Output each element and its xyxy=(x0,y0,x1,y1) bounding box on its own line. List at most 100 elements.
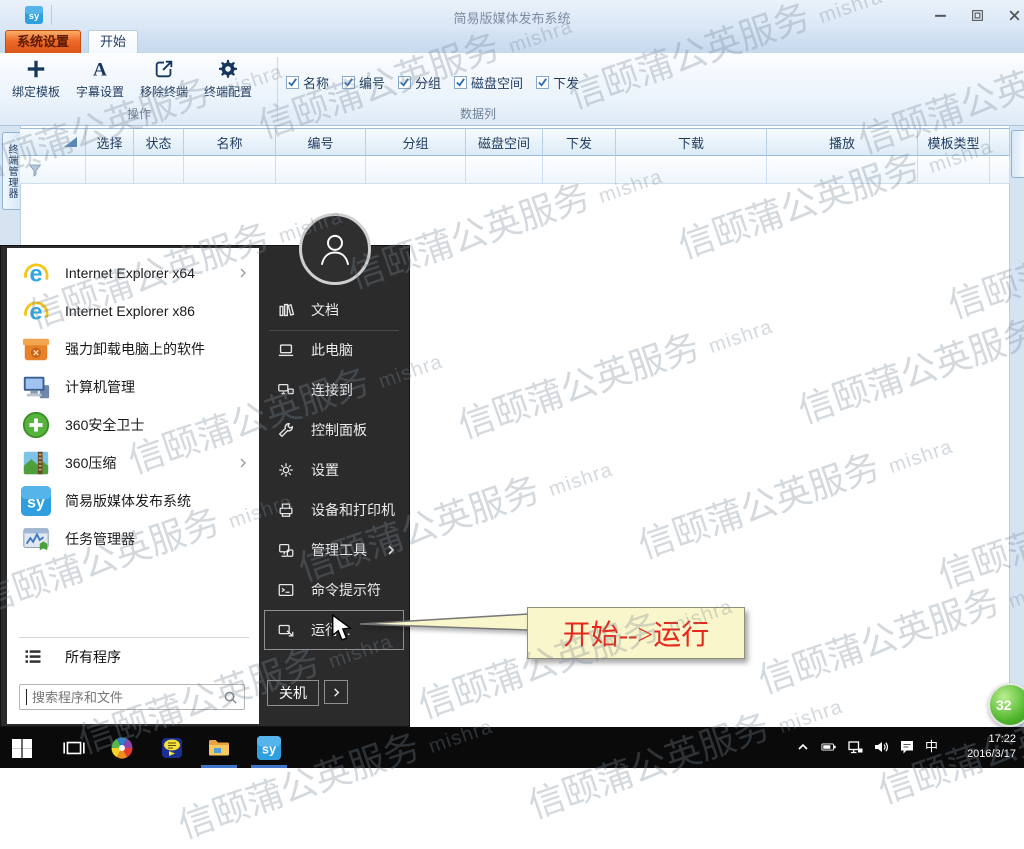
grid-filter-cell-6[interactable] xyxy=(543,156,616,184)
grid-filter-corner-cell[interactable] xyxy=(20,156,86,184)
start-menu-system-item-4[interactable]: 设置 xyxy=(259,450,409,490)
grid-column-header-0[interactable]: 选择 xyxy=(86,128,134,156)
battery-icon[interactable] xyxy=(821,739,837,755)
grid-filter-cell-4[interactable] xyxy=(366,156,466,184)
volume-icon[interactable] xyxy=(873,739,889,755)
taskbar: sy 中 17:22 2016/3/17 xyxy=(0,727,1024,768)
grid-column-header-8[interactable]: 播放 xyxy=(767,128,918,156)
instant-demo-app-icon[interactable] xyxy=(160,736,184,760)
notification-icon[interactable] xyxy=(899,739,915,755)
checkbox-checked-icon[interactable] xyxy=(286,76,299,89)
grid-column-header-6[interactable]: 下发 xyxy=(543,128,616,156)
grid-filter-cell-8[interactable] xyxy=(767,156,918,184)
column-checkbox-3[interactable]: 磁盘空间 xyxy=(454,73,523,92)
program-label: Internet Explorer x86 xyxy=(65,303,195,319)
start-menu-system-item-0[interactable]: 文档 xyxy=(259,290,409,330)
grid-filter-cell-3[interactable] xyxy=(276,156,366,184)
checkbox-label: 磁盘空间 xyxy=(471,73,523,92)
grid-column-header-4[interactable]: 分组 xyxy=(366,128,466,156)
program-label: 任务管理器 xyxy=(65,529,135,549)
start-menu-program-1[interactable]: e Internet Explorer x86 xyxy=(7,292,259,330)
network-icon[interactable] xyxy=(847,739,863,755)
task-view-button[interactable] xyxy=(62,736,86,760)
group-label-actions: 操作 xyxy=(4,105,274,122)
grid-column-header-1[interactable]: 状态 xyxy=(134,128,184,156)
start-menu-program-5[interactable]: 360压缩 xyxy=(7,444,259,482)
font-icon: A xyxy=(89,58,111,80)
ribbon-tab-1[interactable]: 开始 xyxy=(88,30,138,53)
close-button[interactable] xyxy=(1007,9,1022,22)
start-menu-program-6[interactable]: sy简易版媒体发布系统 xyxy=(7,482,259,520)
column-checkbox-1[interactable]: 编号 xyxy=(342,73,385,92)
gear-icon xyxy=(217,58,239,80)
grid-column-header-2[interactable]: 名称 xyxy=(184,128,276,156)
ime-indicator[interactable]: 中 xyxy=(925,739,938,755)
column-checkbox-4[interactable]: 下发 xyxy=(536,73,579,92)
user-avatar[interactable] xyxy=(299,213,371,285)
ribbon-tab-0[interactable]: 系统设置 xyxy=(5,30,81,53)
grid-filter-cell-1[interactable] xyxy=(134,156,184,184)
checkbox-label: 编号 xyxy=(359,73,385,92)
column-checkbox-0[interactable]: 名称 xyxy=(286,73,329,92)
pinwheel-app-icon[interactable] xyxy=(110,736,134,760)
start-button[interactable] xyxy=(10,736,34,760)
shutdown-options-button[interactable] xyxy=(324,680,348,704)
grid-filter-cell-9[interactable] xyxy=(918,156,990,184)
start-menu-system-item-2[interactable]: 连接到 xyxy=(259,370,409,410)
start-menu-program-0[interactable]: eInternet Explorer x64 xyxy=(7,254,259,292)
ribbon-button-label: 终端配置 xyxy=(204,83,252,100)
ribbon-button-2[interactable]: 移除终端 xyxy=(132,53,196,100)
search-box[interactable] xyxy=(19,684,245,710)
checkbox-checked-icon[interactable] xyxy=(342,76,355,89)
file-explorer-icon[interactable] xyxy=(207,736,231,760)
shutdown-button[interactable]: 关机 xyxy=(267,680,319,706)
grid-corner-cell[interactable] xyxy=(20,128,86,156)
grid-filter-cell-0[interactable] xyxy=(86,156,134,184)
grid-filter-cell-7[interactable] xyxy=(616,156,767,184)
grid-filter-cell-5[interactable] xyxy=(466,156,543,184)
start-menu-program-2[interactable]: 强力卸载电脑上的软件 xyxy=(7,330,259,368)
devices-icon xyxy=(277,501,295,519)
menu-separator xyxy=(269,330,399,331)
all-programs-item[interactable]: 所有程序 xyxy=(7,644,259,670)
program-label: 强力卸载电脑上的软件 xyxy=(65,339,205,359)
media-app-taskbar-icon[interactable]: sy xyxy=(257,736,281,760)
grid-filter-cell-2[interactable] xyxy=(184,156,276,184)
ribbon-button-0[interactable]: 绑定模板 xyxy=(4,53,68,100)
start-menu-program-4[interactable]: 360安全卫士 xyxy=(7,406,259,444)
computer-icon xyxy=(21,372,51,402)
start-menu-program-7[interactable]: 任务管理器 xyxy=(7,520,259,558)
grid-column-header-7[interactable]: 下载 xyxy=(616,128,767,156)
minimize-button[interactable] xyxy=(933,9,948,22)
start-menu-program-3[interactable]: 计算机管理 xyxy=(7,368,259,406)
chevron-right-icon xyxy=(385,544,397,556)
ribbon-button-label: 绑定模板 xyxy=(12,83,60,100)
checkbox-checked-icon[interactable] xyxy=(398,76,411,89)
tray-expand-icon[interactable] xyxy=(795,739,811,755)
start-menu-system-item-1[interactable]: 此电脑 xyxy=(259,330,409,370)
connect-icon xyxy=(277,381,295,399)
ribbon-button-3[interactable]: 终端配置 xyxy=(196,53,260,100)
start-menu-programs-panel: eInternet Explorer x64 e Internet Explorer… xyxy=(7,248,259,724)
taskmgr-icon xyxy=(21,524,51,554)
checkbox-checked-icon[interactable] xyxy=(536,76,549,89)
grid-column-header-9[interactable]: 模板类型 xyxy=(918,128,990,156)
taskbar-clock[interactable]: 17:22 2016/3/17 xyxy=(967,732,1016,762)
svg-text:e: e xyxy=(29,298,42,324)
ribbon-button-1[interactable]: A字幕设置 xyxy=(68,53,132,100)
system-item-label: 控制面板 xyxy=(311,420,367,440)
grid-column-header-5[interactable]: 磁盘空间 xyxy=(466,128,543,156)
start-menu-system-item-3[interactable]: 控制面板 xyxy=(259,410,409,450)
control-panel-icon xyxy=(277,421,295,439)
maximize-button[interactable] xyxy=(970,9,985,22)
speed-ball-badge[interactable]: 32 xyxy=(988,683,1024,727)
grid-column-header-3[interactable]: 编号 xyxy=(276,128,366,156)
right-side-tab[interactable] xyxy=(1011,130,1024,178)
checkbox-checked-icon[interactable] xyxy=(454,76,467,89)
start-menu-system-item-6[interactable]: 管理工具 xyxy=(259,530,409,570)
search-icon xyxy=(223,690,238,705)
column-checkbox-2[interactable]: 分组 xyxy=(398,73,441,92)
search-input[interactable] xyxy=(30,689,223,706)
start-menu-system-item-5[interactable]: 设备和打印机 xyxy=(259,490,409,530)
terminal-manager-tab[interactable]: 终端管理器 xyxy=(2,132,20,210)
